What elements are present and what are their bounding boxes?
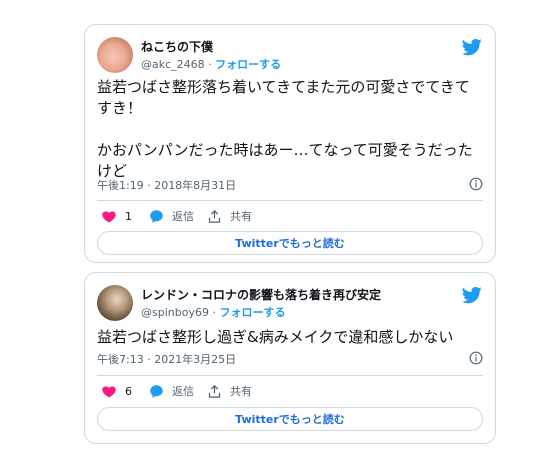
follow-link[interactable]: フォローする [215,58,281,71]
author-handle[interactable]: @akc_2468 [141,58,205,71]
share-icon [208,384,221,398]
like-count: 6 [125,384,132,398]
info-icon[interactable] [469,177,483,191]
author-handle[interactable]: @spinboy69 [141,306,209,319]
like-button[interactable]: 6 [101,381,132,401]
separator: · [208,306,220,319]
read-more-button[interactable]: Twitterでもっと読む [97,231,483,255]
follow-link[interactable]: フォローする [219,306,285,319]
tweet-card: レンドン・コロナの影響も落ち着き再び安定 @spinboy69 · フォローする… [84,272,496,444]
tweet-header: ねこちの下僕 @akc_2468 · フォローする [97,37,483,73]
author-name[interactable]: レンドン・コロナの影響も落ち着き再び安定 [141,286,381,303]
share-label: 共有 [230,210,252,223]
author-name[interactable]: ねこちの下僕 [141,38,213,55]
like-button[interactable]: 1 [101,206,132,226]
share-button[interactable]: 共有 [207,206,252,226]
time-row: 午後7:13 · 2021年3月25日 [97,351,483,367]
tweet-card: ねこちの下僕 @akc_2468 · フォローする 益若つばさ整形落ち着いてきて… [84,24,496,263]
separator: · [204,58,216,71]
heart-icon [102,211,116,223]
action-bar: 6 返信 共有 [97,381,483,401]
divider [97,200,483,201]
share-label: 共有 [230,385,252,398]
reply-bubble-icon [150,209,163,223]
timestamp[interactable]: 午後1:19 · 2018年8月31日 [97,179,236,192]
avatar[interactable] [97,285,133,321]
handle-row: @akc_2468 · フォローする [141,56,281,72]
handle-row: @spinboy69 · フォローする [141,304,285,320]
tweet-header: レンドン・コロナの影響も落ち着き再び安定 @spinboy69 · フォローする [97,285,483,321]
reply-bubble-icon [150,384,163,398]
twitter-bird-icon[interactable] [461,285,483,305]
avatar[interactable] [97,37,133,73]
read-more-button[interactable]: Twitterでもっと読む [97,407,483,431]
share-button[interactable]: 共有 [207,381,252,401]
like-count: 1 [125,209,132,223]
tweet-text: 益若つばさ整形落ち着いてきてまた元の可愛さでてきてすき！ かおパンパンだった時は… [97,78,473,180]
heart-icon [102,386,116,398]
action-bar: 1 返信 共有 [97,206,483,226]
reply-button[interactable]: 返信 [149,381,194,401]
twitter-bird-icon[interactable] [461,37,483,57]
timestamp[interactable]: 午後7:13 · 2021年3月25日 [97,353,236,366]
time-row: 午後1:19 · 2018年8月31日 [97,177,483,193]
divider [97,375,483,376]
tweet-text: 益若つばさ整形し過ぎ&病みメイクで違和感しかない [97,328,454,346]
info-icon[interactable] [469,351,483,365]
reply-button[interactable]: 返信 [149,206,194,226]
reply-label: 返信 [172,210,194,223]
share-icon [208,209,221,223]
reply-label: 返信 [172,385,194,398]
